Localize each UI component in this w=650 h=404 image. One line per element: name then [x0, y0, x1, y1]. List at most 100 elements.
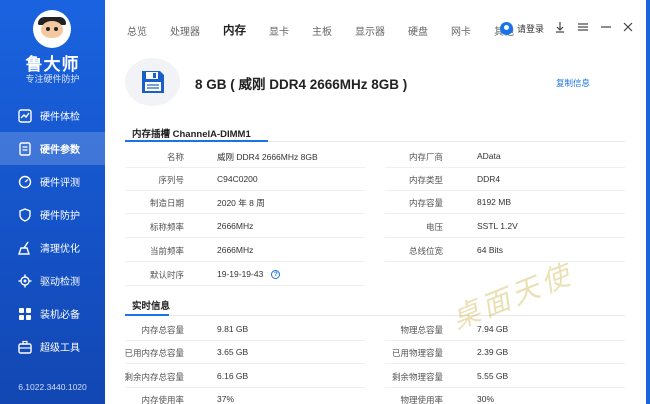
divider	[385, 261, 625, 262]
gear-icon	[18, 274, 32, 288]
divider	[385, 190, 625, 191]
slot-value-type: DDR4	[477, 174, 501, 184]
slot-label-type: 内存类型	[408, 175, 443, 185]
help-icon[interactable]: ?	[271, 270, 281, 280]
slot-value-name: 威刚 DDR4 2666MHz 8GB	[217, 152, 318, 162]
download-icon[interactable]	[553, 20, 567, 34]
menu-icon[interactable]	[576, 20, 590, 34]
slot-value-vendor: AData	[477, 151, 501, 161]
slot-value-serial: C94C0200	[217, 174, 258, 184]
sidebar-item-label: 超级工具	[40, 343, 80, 354]
divider	[125, 285, 365, 286]
slot-section-title: 内存插槽 ChannelA-DIMM1	[132, 129, 251, 140]
sidebar-item-label: 驱动检测	[40, 277, 80, 288]
divider	[125, 213, 365, 214]
rt-value-phys-used: 2.39 GB	[477, 347, 509, 357]
chart-icon	[18, 108, 32, 123]
sidebar-item-label: 硬件评测	[40, 178, 80, 189]
sidebar-item-hardware-params[interactable]: 硬件参数	[0, 132, 105, 165]
sidebar-nav: 硬件体检 硬件参数 硬件评测 硬件防护 清理优化 驱动检测 装机必备 超级工具	[0, 99, 105, 363]
slot-value-current-freq: 2666MHz	[217, 245, 254, 255]
avatar-icon	[500, 22, 513, 35]
slot-label-capacity: 内存容量	[408, 198, 443, 208]
copy-info-link[interactable]: 复制信息	[556, 77, 590, 89]
window-edge	[646, 0, 650, 404]
rt-value-total: 9.81 GB	[217, 324, 249, 334]
slot-value-date: 2020 年 8 周	[217, 198, 265, 208]
login-button[interactable]: 请登录	[500, 22, 544, 35]
divider	[125, 387, 365, 388]
slot-value-rated-freq: 2666MHz	[217, 221, 254, 231]
sidebar-item-health-check[interactable]: 硬件体检	[0, 99, 105, 132]
rt-value-phys-usage: 30%	[477, 394, 495, 404]
tab-motherboard[interactable]: 主板	[312, 23, 332, 38]
tab-network[interactable]: 网卡	[451, 23, 471, 38]
divider	[125, 340, 365, 341]
rt-label-phys-usage: 物理使用率	[400, 395, 443, 404]
sidebar-item-benchmark[interactable]: 硬件评测	[0, 165, 105, 198]
sidebar-item-protection[interactable]: 硬件防护	[0, 198, 105, 231]
section-accent	[125, 140, 268, 142]
top-bar: 总览 处理器 内存 显卡 主板 显示器 硬盘 网卡 其他 请登录	[105, 0, 650, 50]
minimize-icon[interactable]	[599, 20, 613, 34]
divider	[125, 261, 365, 262]
section-accent	[125, 314, 169, 316]
divider	[385, 363, 625, 364]
divider	[125, 167, 365, 168]
slot-value-bus-width: 64 Bits	[477, 245, 503, 255]
divider	[385, 213, 625, 214]
tab-memory[interactable]: 内存	[223, 22, 246, 38]
sidebar-item-driver-check[interactable]: 驱动检测	[0, 264, 105, 297]
tab-monitor[interactable]: 显示器	[355, 23, 385, 38]
rt-label-free: 剩余内存总容量	[124, 372, 184, 382]
rt-label-phys-free: 剩余物理容量	[391, 372, 443, 382]
sidebar-item-label: 装机必备	[40, 310, 80, 321]
rt-label-phys-used: 已用物理容量	[391, 348, 443, 358]
slot-label-timing: 默认时序	[149, 270, 184, 280]
sidebar-item-super-tools[interactable]: 超级工具	[0, 330, 105, 363]
broom-icon	[18, 241, 32, 255]
tab-overview[interactable]: 总览	[127, 23, 147, 38]
gauge-icon	[18, 175, 32, 189]
slot-value-voltage: SSTL 1.2V	[477, 221, 518, 231]
divider	[385, 387, 625, 388]
rt-value-usage: 37%	[217, 394, 235, 404]
tab-processor[interactable]: 处理器	[170, 23, 200, 38]
toolbox-icon	[18, 340, 32, 354]
slot-label-rated-freq: 标称频率	[149, 222, 184, 232]
divider	[125, 237, 365, 238]
rt-label-total: 内存总容量	[141, 325, 184, 335]
tab-graphics[interactable]: 显卡	[269, 23, 289, 38]
rt-value-used: 3.65 GB	[217, 347, 249, 357]
slot-label-name: 名称	[166, 152, 184, 162]
close-icon[interactable]	[621, 20, 635, 34]
app-window: 鲁大师 专注硬件防护 硬件体检 硬件参数 硬件评测 硬件防护 清理优化 驱动检测…	[0, 0, 650, 404]
sidebar-item-label: 硬件体检	[40, 112, 80, 123]
divider	[385, 167, 625, 168]
slot-label-voltage: 电压	[425, 222, 443, 232]
tab-bar: 总览 处理器 内存 显卡 主板 显示器 硬盘 网卡 其他	[127, 23, 537, 38]
sidebar-item-essentials[interactable]: 装机必备	[0, 297, 105, 330]
rt-label-usage: 内存使用率	[141, 395, 184, 404]
divider	[385, 237, 625, 238]
app-version: 6.1022.3440.1020	[18, 382, 87, 392]
memory-icon	[125, 58, 180, 106]
rt-value-phys-total: 7.94 GB	[477, 324, 509, 334]
divider	[125, 315, 625, 316]
brand-slogan: 专注硬件防护	[25, 74, 80, 84]
slot-label-current-freq: 当前频率	[149, 246, 184, 256]
divider	[125, 363, 365, 364]
shield-icon	[18, 207, 32, 222]
watermark: 桌面天使	[447, 257, 579, 336]
apps-icon	[18, 307, 32, 321]
sidebar-item-cleanup[interactable]: 清理优化	[0, 231, 105, 264]
slot-value-timing-wrap: 19-19-19-43?	[217, 269, 281, 280]
rt-label-used: 已用内存总容量	[124, 348, 184, 358]
slot-label-date: 制造日期	[149, 198, 184, 208]
divider	[125, 190, 365, 191]
rt-label-phys-total: 物理总容量	[400, 325, 443, 335]
sidebar: 鲁大师 专注硬件防护 硬件体检 硬件参数 硬件评测 硬件防护 清理优化 驱动检测…	[0, 0, 105, 404]
slot-label-vendor: 内存厂商	[408, 152, 443, 162]
tab-disk[interactable]: 硬盘	[408, 23, 428, 38]
slot-value-timing: 19-19-19-43	[217, 269, 264, 279]
